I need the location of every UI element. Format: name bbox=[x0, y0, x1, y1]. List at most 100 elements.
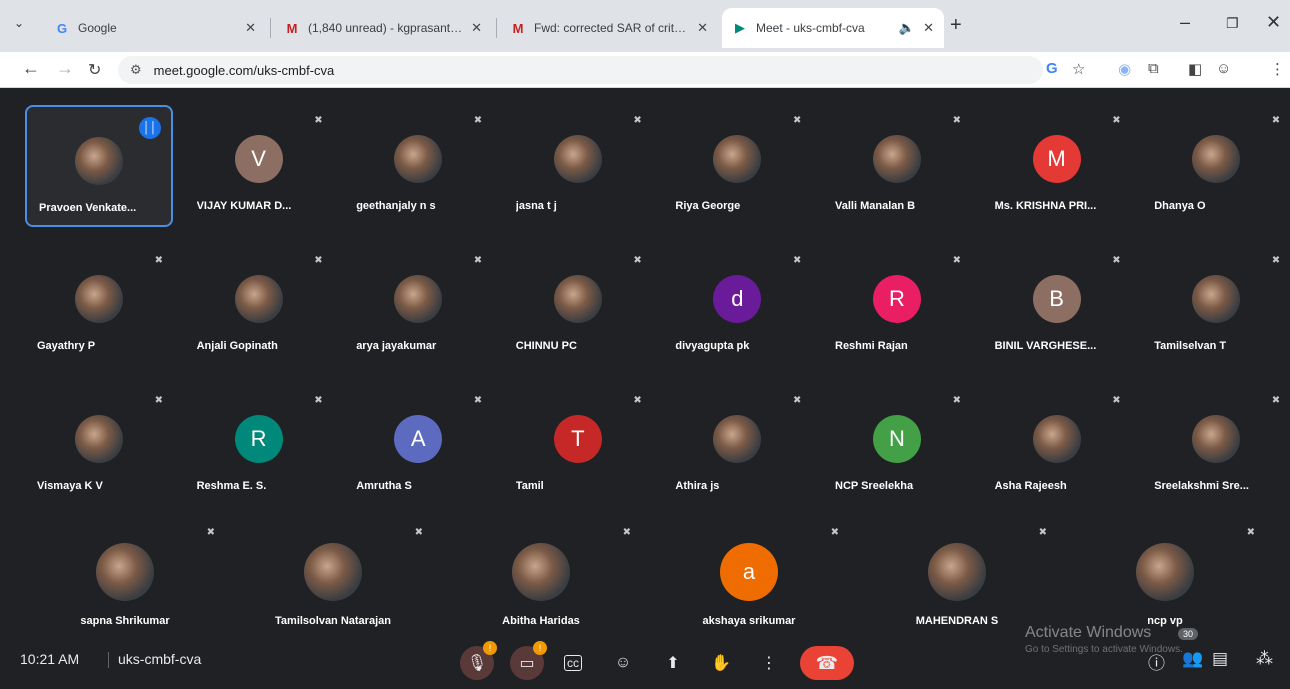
activities-icon[interactable]: ⁂ bbox=[1256, 649, 1273, 669]
url-text: meet.google.com/uks-cmbf-cva bbox=[153, 62, 335, 78]
reactions-button[interactable]: ☺ bbox=[606, 646, 640, 680]
tab-meet[interactable]: ▶ Meet - uks-cmbf-cva 🔈 ✕ bbox=[722, 8, 944, 48]
participant-tile[interactable]: ✖ Valli Manalan B bbox=[823, 105, 971, 227]
participant-avatar: A bbox=[394, 415, 443, 463]
participant-tile[interactable]: N ✖ NCP Sreelekha bbox=[823, 385, 971, 507]
participant-name: divyagupta pk bbox=[675, 340, 750, 352]
participant-tile[interactable]: ✖ Gayathry P bbox=[25, 245, 173, 367]
participant-name: BINIL VARGHESE... bbox=[994, 340, 1097, 352]
participant-tile[interactable]: ✖ ncp vp bbox=[1065, 517, 1265, 637]
participant-tile[interactable]: B ✖ BINIL VARGHESE... bbox=[982, 245, 1131, 367]
address-bar[interactable]: ⚙ meet.google.com/uks-cmbf-cva bbox=[118, 56, 1043, 84]
participant-name: Abitha Haridas bbox=[502, 615, 580, 627]
participant-name: Riya George bbox=[675, 200, 741, 212]
participant-tile[interactable]: ✖ Sreelakshmi Sre... bbox=[1142, 385, 1290, 507]
browser-toolbar: ← → ↻ ⚙ meet.google.com/uks-cmbf-cva G ☆… bbox=[0, 52, 1290, 88]
participant-tile[interactable]: M ✖ Ms. KRISHNA PRI... bbox=[982, 105, 1131, 227]
minimize-icon[interactable]: – bbox=[1180, 12, 1190, 33]
meet-icon: ▶ bbox=[735, 20, 745, 35]
participant-tile[interactable]: ✖ CHINNU PC bbox=[503, 245, 652, 367]
restore-icon[interactable]: ❐ bbox=[1226, 15, 1239, 32]
participant-tile[interactable]: ✖ Vismaya K V bbox=[25, 385, 173, 507]
participant-tile[interactable]: ✖ Anjali Gopinath bbox=[184, 245, 333, 367]
participant-name: Gayathry P bbox=[37, 340, 96, 352]
mic-muted-icon: ✖ bbox=[952, 395, 961, 406]
participant-tile[interactable]: ✖ Asha Rajeesh bbox=[982, 385, 1131, 507]
chat-icon[interactable]: ▤ bbox=[1212, 649, 1228, 669]
participant-avatar bbox=[928, 543, 986, 601]
participant-tile[interactable]: ✖ Dhanya O bbox=[1142, 105, 1290, 227]
participant-tile[interactable]: ✖ geethanjaly n s bbox=[344, 105, 493, 227]
people-icon[interactable]: 👥 bbox=[1182, 649, 1203, 669]
participant-tile[interactable]: ││ Pravoen Venkate... bbox=[25, 105, 173, 227]
present-screen-button[interactable]: ⬆ bbox=[656, 646, 690, 680]
participant-avatar bbox=[713, 135, 762, 183]
bookmark-star-icon[interactable]: ☆ bbox=[1072, 60, 1085, 78]
meeting-code: uks-cmbf-cva bbox=[118, 651, 202, 667]
reload-icon[interactable]: ↻ bbox=[88, 60, 101, 80]
tab-gmail-fwd[interactable]: M Fwd: corrected SAR of criteria ✕ bbox=[500, 8, 718, 48]
close-window-icon[interactable]: ✕ bbox=[1266, 12, 1281, 33]
raise-hand-button[interactable]: ✋ bbox=[704, 646, 738, 680]
participant-tile[interactable]: T ✖ Tamil bbox=[503, 385, 652, 507]
forward-icon[interactable]: → bbox=[56, 58, 74, 79]
participant-tile[interactable]: ✖ Athira js bbox=[663, 385, 812, 507]
site-info-icon[interactable]: ⚙ bbox=[130, 62, 142, 78]
mic-muted-icon: ✖ bbox=[622, 527, 631, 538]
close-tab-icon[interactable]: ✕ bbox=[697, 20, 708, 36]
tab-title: Google bbox=[78, 21, 117, 35]
tab-google[interactable]: G Google ✕ bbox=[44, 8, 266, 48]
mic-muted-icon: ✖ bbox=[206, 527, 215, 538]
google-lens-icon[interactable]: G bbox=[1046, 60, 1058, 77]
new-tab-icon[interactable]: + bbox=[950, 14, 962, 37]
leave-call-button[interactable]: ☎ bbox=[800, 646, 854, 680]
participant-avatar bbox=[75, 137, 123, 185]
participant-tile[interactable]: ✖ jasna t j bbox=[503, 105, 652, 227]
more-options-button[interactable]: ⋮ bbox=[752, 646, 786, 680]
participant-tile[interactable]: d ✖ divyagupta pk bbox=[663, 245, 812, 367]
participant-tile[interactable]: ✖ Abitha Haridas bbox=[441, 517, 641, 637]
activate-windows-watermark: Activate Windows bbox=[1025, 624, 1152, 641]
participant-tile[interactable]: a ✖ akshaya srikumar bbox=[649, 517, 849, 637]
gmail-icon: M bbox=[512, 20, 524, 36]
captions-button[interactable]: cc bbox=[556, 646, 590, 680]
mic-muted-icon: ✖ bbox=[793, 115, 802, 126]
present-icon: ⬆ bbox=[666, 655, 680, 672]
footer-divider bbox=[108, 652, 109, 668]
close-tab-icon[interactable]: ✕ bbox=[471, 20, 482, 36]
participant-tile[interactable]: ✖ arya jayakumar bbox=[344, 245, 493, 367]
tab-gmail-inbox[interactable]: M (1,840 unread) - kgprasanth@ ✕ bbox=[274, 8, 492, 48]
participant-tile[interactable]: ✖ sapna Shrikumar bbox=[25, 517, 225, 637]
participant-avatar bbox=[512, 543, 570, 601]
participant-name: Valli Manalan B bbox=[835, 200, 916, 212]
extensions-puzzle-icon[interactable]: ⧉ bbox=[1148, 60, 1159, 77]
side-panel-icon[interactable]: ◧ bbox=[1188, 60, 1202, 78]
participant-tile[interactable]: ✖ Riya George bbox=[663, 105, 812, 227]
microphone-button[interactable]: 🎙 ! bbox=[460, 641, 497, 680]
participant-name: jasna t j bbox=[515, 200, 557, 212]
mic-muted-icon: ✖ bbox=[1112, 255, 1121, 266]
participant-tile[interactable]: ✖ Tamilsolvan Natarajan bbox=[233, 517, 433, 637]
participant-avatar bbox=[1192, 135, 1241, 183]
participant-avatar bbox=[1032, 415, 1081, 463]
close-tab-icon[interactable]: ✕ bbox=[245, 20, 256, 36]
speaker-icon[interactable]: 🔈 bbox=[899, 20, 915, 36]
close-tab-icon[interactable]: ✕ bbox=[923, 20, 934, 36]
participant-tile[interactable]: V ✖ VIJAY KUMAR D... bbox=[184, 105, 333, 227]
participant-tile[interactable]: ✖ MAHENDRAN S bbox=[857, 517, 1057, 637]
participant-avatar bbox=[553, 135, 602, 183]
back-icon[interactable]: ← bbox=[22, 58, 40, 79]
hand-icon: ✋ bbox=[711, 655, 731, 672]
extension-icon[interactable]: ◉ bbox=[1118, 60, 1131, 78]
chrome-menu-icon[interactable]: ⋮ bbox=[1270, 60, 1285, 78]
meeting-info-icon[interactable]: ⓘ bbox=[1148, 649, 1165, 674]
camera-off-icon: ▭ bbox=[519, 655, 535, 672]
participant-name: Pravoen Venkate... bbox=[39, 202, 137, 214]
tab-search-icon[interactable]: ⌄ bbox=[14, 16, 24, 30]
participant-tile[interactable]: A ✖ Amrutha S bbox=[344, 385, 493, 507]
camera-button[interactable]: ▭ ! bbox=[510, 641, 547, 680]
participant-tile[interactable]: R ✖ Reshma E. S. bbox=[184, 385, 333, 507]
participant-tile[interactable]: R ✖ Reshmi Rajan bbox=[823, 245, 971, 367]
participant-tile[interactable]: ✖ Tamilselvan T bbox=[1142, 245, 1290, 367]
profile-avatar-icon[interactable]: ☺ bbox=[1216, 60, 1231, 77]
